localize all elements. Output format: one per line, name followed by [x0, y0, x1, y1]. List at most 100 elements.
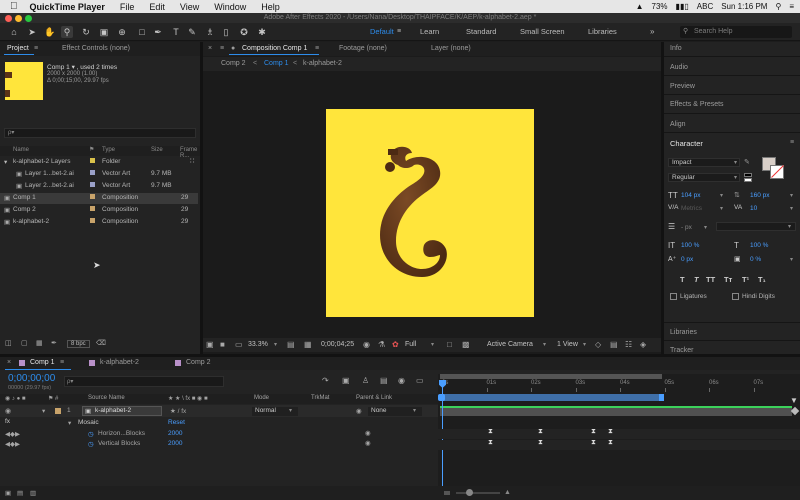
selection-tool-icon[interactable]: ➤ [26, 26, 38, 38]
project-row[interactable]: ▣ Comp 2 Composition 29 [0, 205, 198, 216]
zoom-in-icon[interactable]: ▲ [504, 489, 511, 496]
new-folder-icon[interactable]: ▢ [21, 339, 28, 347]
bpc-button[interactable]: 8 bpc [67, 340, 90, 348]
zoom-out-icon[interactable] [444, 491, 450, 495]
tab-comp-2[interactable]: Comp 2 [186, 359, 211, 366]
home-icon[interactable]: ⌂ [8, 26, 20, 38]
row-label-swatch[interactable] [90, 218, 95, 223]
keyframe-nav-icon[interactable]: ◀◆▶ [5, 440, 20, 448]
menu-list-icon[interactable]: ≡ [789, 2, 794, 11]
row-label-swatch[interactable] [90, 182, 95, 187]
wifi-icon[interactable]: ▲ [636, 2, 644, 11]
visibility-eye-icon[interactable]: ◉ [5, 407, 11, 415]
label-col-icon[interactable]: ⚑ [89, 146, 94, 153]
col-name[interactable]: Name [13, 147, 29, 153]
close-tab-icon[interactable]: × [208, 45, 212, 52]
battery-icon[interactable]: ▮▮▯ [676, 2, 689, 11]
row-label-swatch[interactable] [90, 194, 95, 199]
always-preview-icon[interactable]: ▣ [206, 340, 214, 349]
color-channels-icon[interactable]: ✿ [392, 340, 399, 349]
keyframe-marker[interactable]: ⧗ [591, 428, 596, 436]
black-swatch[interactable] [744, 173, 752, 177]
stopwatch-icon[interactable]: ◷ [88, 440, 94, 448]
font-size-value[interactable]: 104 px [681, 192, 701, 199]
trash-icon[interactable]: ⌫ [96, 339, 106, 347]
close-tab-icon[interactable]: × [7, 359, 11, 366]
pen-tool-icon[interactable]: ✒ [152, 26, 164, 38]
row-label-swatch[interactable] [90, 206, 95, 211]
property-vertical-blocks-value[interactable]: 2000 [168, 440, 182, 447]
toggle-in-out-icon[interactable]: ▥ [30, 489, 36, 497]
region-of-interest-icon[interactable]: □ [447, 340, 452, 349]
workspace-libraries[interactable]: Libraries [588, 27, 617, 36]
work-area-bar[interactable] [440, 394, 662, 401]
keyframe-nav-icon[interactable]: ◀◆▶ [5, 430, 20, 438]
vertical-scale-value[interactable]: 100 % [681, 242, 699, 249]
effect-reset[interactable]: Reset [168, 419, 185, 426]
show-snapshot-icon[interactable]: ⚗ [378, 340, 385, 349]
col-type[interactable]: Type [102, 147, 115, 153]
layer-end-marker[interactable] [790, 406, 800, 416]
panel-info[interactable]: Info [670, 45, 682, 52]
grid-icon[interactable]: ▦ [304, 340, 312, 349]
graph-editor-icon[interactable]: ▭ [416, 376, 424, 385]
menu-help[interactable]: Help [261, 2, 280, 12]
settings-icon[interactable]: ✒ [51, 339, 57, 347]
layer-duration-bar[interactable] [440, 406, 792, 416]
roto-brush-tool-icon[interactable]: ✪ [238, 26, 250, 38]
current-time-display[interactable]: 0;00;04;25 [321, 341, 354, 348]
row-label-swatch[interactable] [90, 170, 95, 175]
snapshot-icon[interactable]: ◉ [363, 340, 370, 349]
chevron-down-icon[interactable]: ▾ [4, 158, 7, 166]
col-source-name[interactable]: Source Name [88, 395, 125, 401]
all-caps-button[interactable]: TT [706, 275, 715, 284]
transparency-grid-icon[interactable]: ▩ [462, 340, 470, 349]
stroke-style-dropdown[interactable] [716, 222, 796, 231]
col-size[interactable]: Size [151, 147, 163, 153]
motion-blur-icon[interactable]: ◉ [398, 376, 405, 385]
project-row[interactable]: ▣ k-alphabet-2 Composition 29 [0, 217, 198, 228]
puppet-tool-icon[interactable]: ✱ [256, 26, 268, 38]
panel-menu-icon[interactable]: ≡ [220, 45, 224, 52]
clone-stamp-tool-icon[interactable]: ♗ [204, 26, 216, 38]
timeline-icon[interactable]: ▤ [610, 340, 618, 349]
project-row[interactable]: ▣ Layer 1...bet-2.ai Vector Art 9.7 MB [0, 169, 198, 180]
expand-layer-icon[interactable]: ▾ [42, 407, 45, 415]
stroke-width-value[interactable]: - px [681, 224, 692, 231]
zoom-dropdown[interactable]: 33.3% [248, 341, 268, 348]
rectangle-tool-icon[interactable]: □ [136, 26, 148, 38]
clock[interactable]: Sun 1:16 PM [721, 2, 767, 11]
font-style-dropdown[interactable]: Regular [668, 173, 740, 182]
layer-name[interactable]: k-alphabet-2 [95, 407, 131, 414]
col-trkmat[interactable]: TrkMat [311, 395, 329, 401]
keyframe-marker[interactable]: ⧗ [591, 439, 596, 447]
expression-pickwhip-icon[interactable]: ◉ [365, 429, 371, 437]
toggle-modes-icon[interactable]: ▤ [17, 489, 23, 497]
flowchart-icon[interactable]: ∷ [190, 157, 194, 165]
col-mode[interactable]: Mode [254, 395, 269, 401]
tab-footage[interactable]: Footage (none) [339, 45, 387, 52]
stroke-color-swatch[interactable] [770, 165, 784, 179]
work-area-end-handle[interactable] [659, 394, 664, 401]
zoom-slider-thumb[interactable] [466, 489, 473, 496]
kerning-value[interactable]: Metrics [681, 205, 702, 212]
toggle-switches-icon[interactable]: ▣ [5, 489, 11, 497]
draft-3d-icon[interactable]: ▣ [342, 376, 350, 385]
timeline-timecode[interactable]: 0;00;00;00 [8, 373, 55, 384]
font-family-dropdown[interactable]: Impact [668, 158, 740, 167]
hindi-digits-checkbox[interactable] [732, 293, 739, 300]
panel-effects-presets[interactable]: Effects & Presets [670, 101, 724, 108]
layer-name-box[interactable]: ▣ k-alphabet-2 [82, 406, 162, 416]
tsume-value[interactable]: 0 % [750, 256, 761, 263]
superscript-button[interactable]: T¹ [742, 275, 749, 284]
panel-character[interactable]: Character [670, 139, 703, 148]
more-workspaces-icon[interactable]: » [650, 27, 654, 36]
vr-icon[interactable]: ■ [220, 340, 225, 349]
brush-tool-icon[interactable]: ✎ [186, 26, 198, 38]
keyframe-marker[interactable]: ⧗ [538, 439, 543, 447]
type-tool-icon[interactable]: T [170, 26, 182, 38]
fit-icon[interactable]: ▤ [287, 340, 295, 349]
tracking-value[interactable]: 10 [750, 205, 757, 212]
workspace-default[interactable]: Default [370, 27, 394, 36]
rotate-tool-icon[interactable]: ↻ [80, 26, 92, 38]
